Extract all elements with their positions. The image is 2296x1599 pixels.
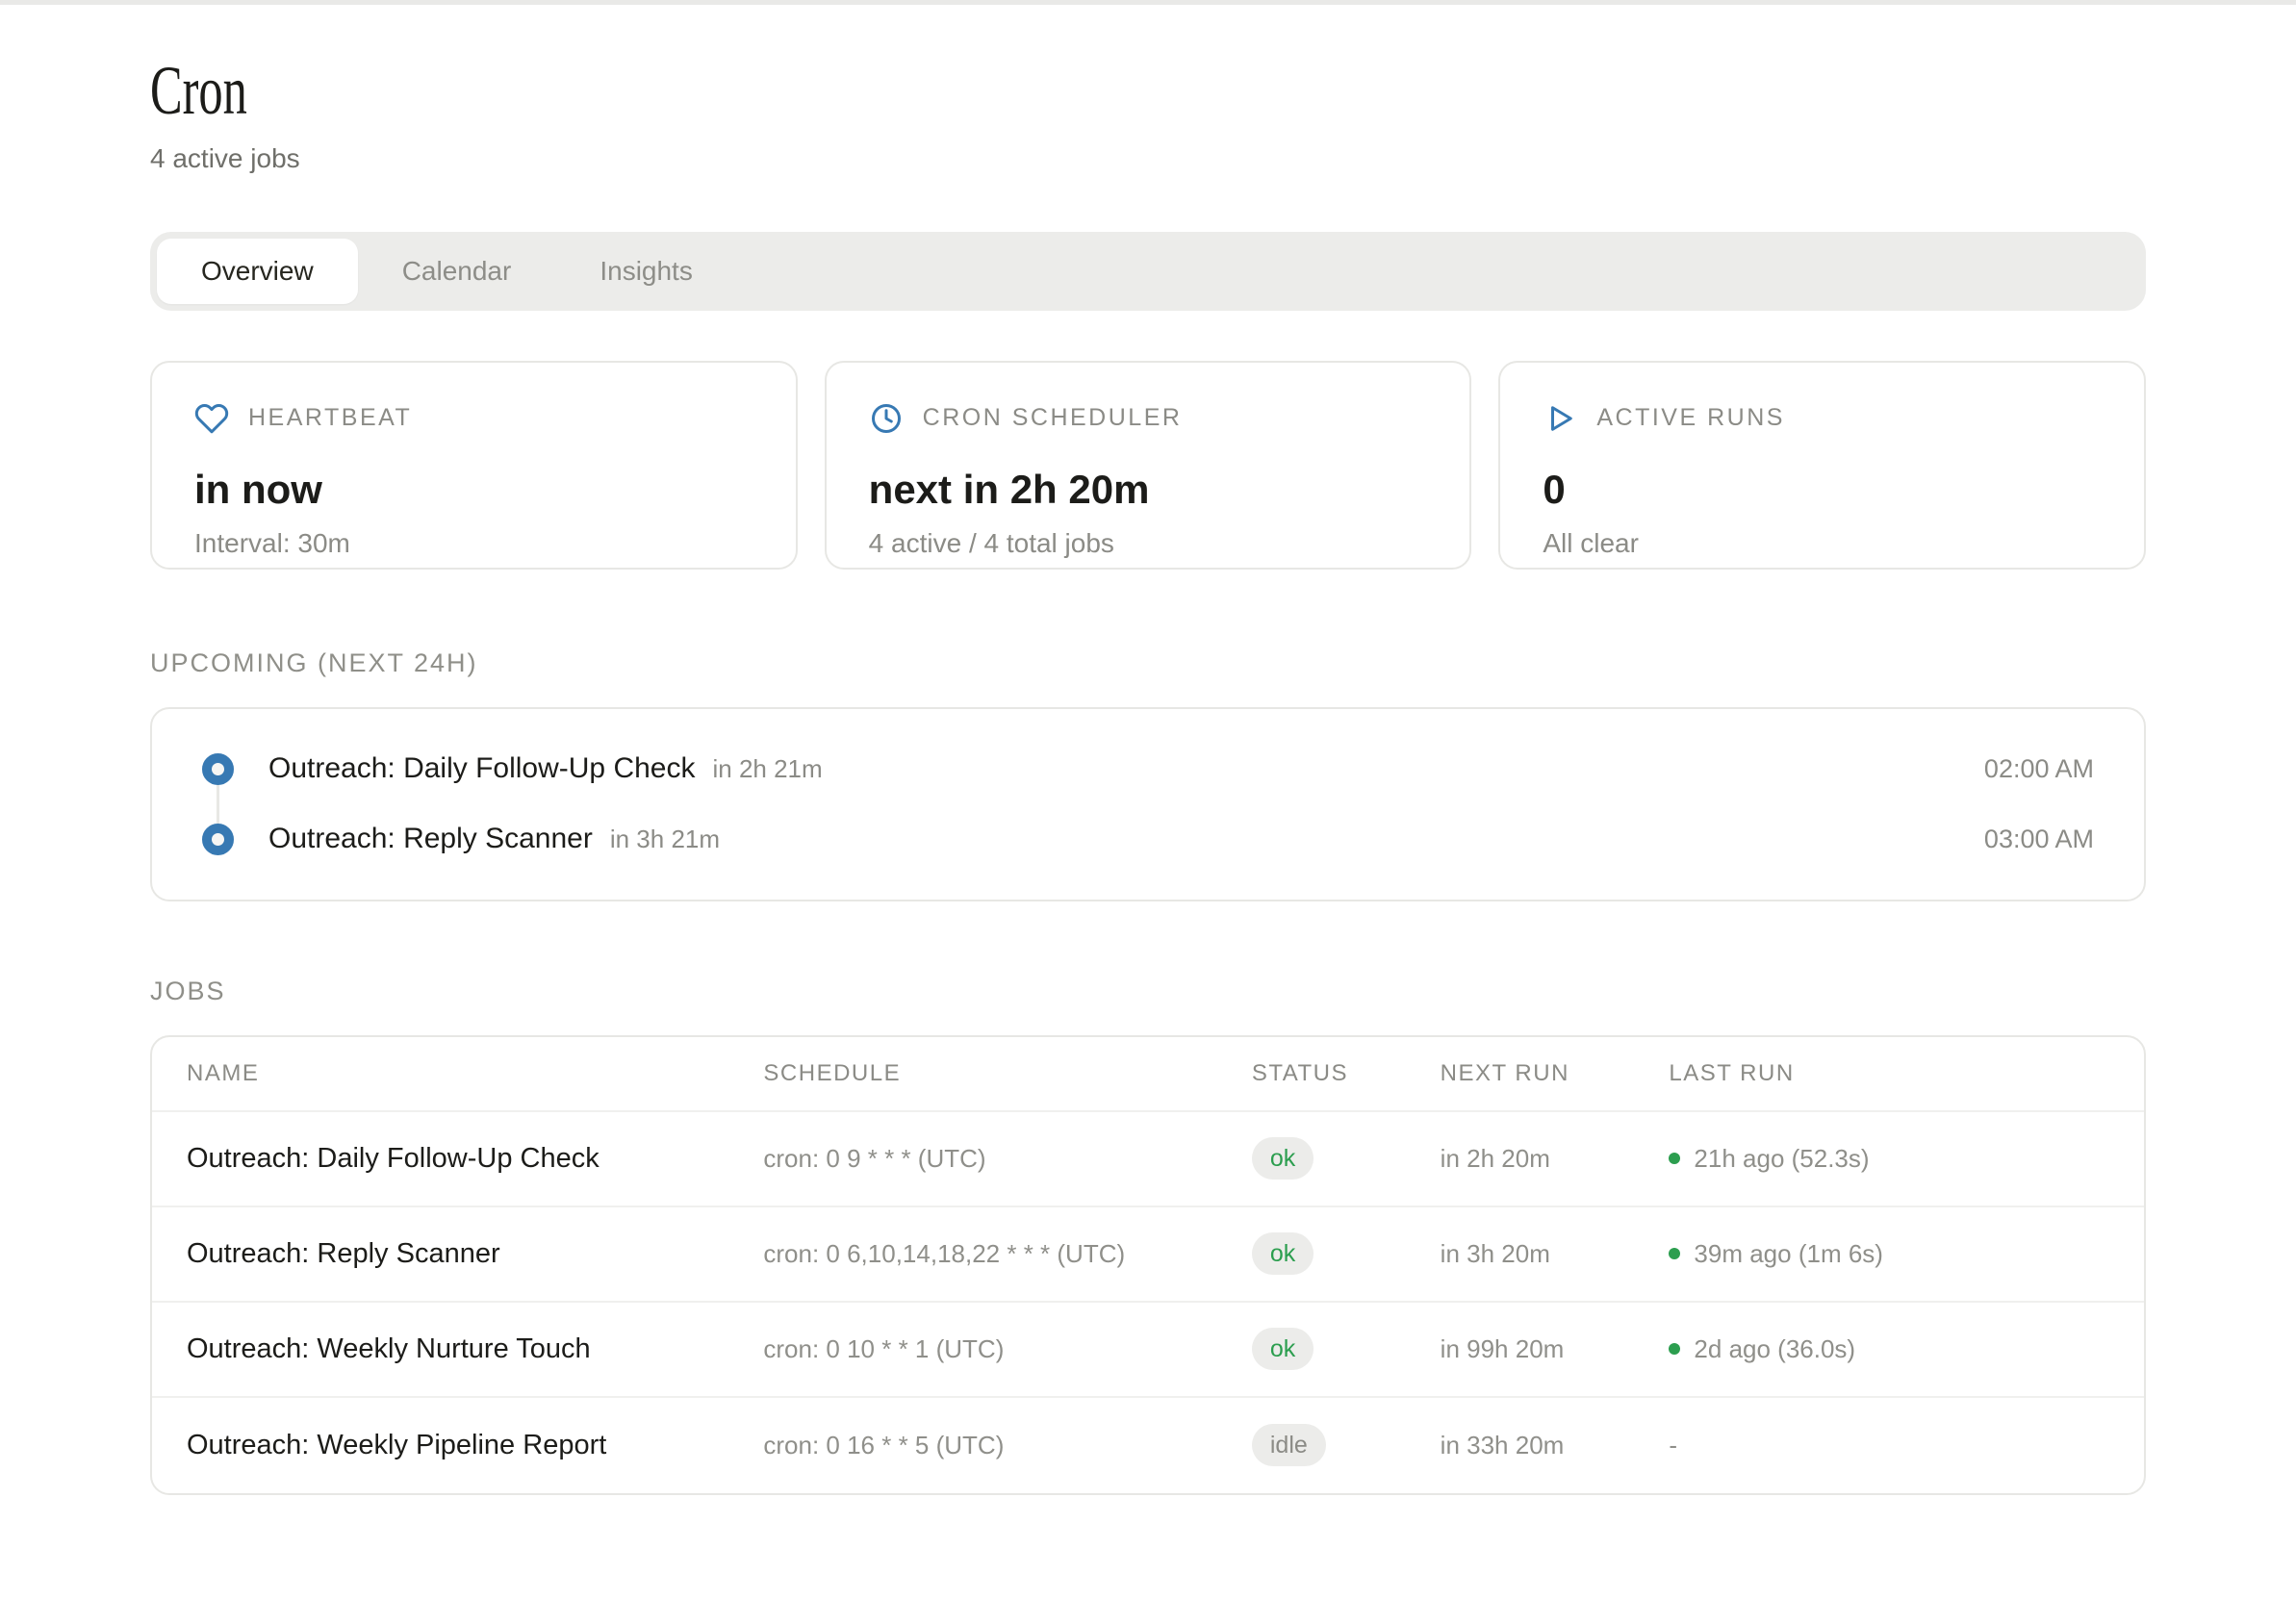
upcoming-panel: Outreach: Daily Follow-Up Check in 2h 21… <box>150 707 2146 901</box>
cron-scheduler-subtext: 4 active / 4 total jobs <box>869 528 1428 559</box>
job-schedule: cron: 0 9 * * * (UTC) <box>763 1144 1251 1174</box>
job-next-run: in 33h 20m <box>1441 1431 1670 1460</box>
tab-calendar[interactable]: Calendar <box>358 239 556 304</box>
page-title-text: Cron <box>150 55 247 128</box>
upcoming-job-name: Outreach: Reply Scanner <box>268 823 593 855</box>
job-schedule: cron: 0 6,10,14,18,22 * * * (UTC) <box>763 1239 1251 1269</box>
timeline-dot-icon <box>202 753 234 785</box>
upcoming-section-heading: UPCOMING (NEXT 24H) <box>150 648 2146 678</box>
job-name: Outreach: Weekly Pipeline Report <box>187 1430 763 1461</box>
jobs-table-header: NAME SCHEDULE STATUS NEXT RUN LAST RUN <box>152 1037 2144 1112</box>
active-jobs-count: 4 active jobs <box>150 143 2146 174</box>
last-run-text: 21h ago (52.3s) <box>1694 1144 1869 1174</box>
upcoming-job-name: Outreach: Daily Follow-Up Check <box>268 752 695 785</box>
status-badge: ok <box>1252 1328 1314 1370</box>
heartbeat-card-header: HEARTBEAT <box>194 401 753 436</box>
top-divider <box>0 0 2296 5</box>
job-row[interactable]: Outreach: Weekly Nurture Touch cron: 0 1… <box>152 1303 2144 1398</box>
column-header-schedule: SCHEDULE <box>763 1060 1251 1087</box>
last-run-text: 2d ago (36.0s) <box>1694 1334 1855 1364</box>
job-schedule: cron: 0 10 * * 1 (UTC) <box>763 1334 1251 1364</box>
success-dot-icon <box>1669 1153 1680 1164</box>
clock-icon <box>869 401 904 436</box>
jobs-table: NAME SCHEDULE STATUS NEXT RUN LAST RUN O… <box>150 1035 2146 1495</box>
cron-scheduler-card-header: CRON SCHEDULER <box>869 401 1428 436</box>
job-name: Outreach: Daily Follow-Up Check <box>187 1143 763 1175</box>
job-last-run: - <box>1669 1431 2109 1460</box>
success-dot-icon <box>1669 1343 1680 1355</box>
job-last-run: 21h ago (52.3s) <box>1669 1144 2109 1174</box>
heartbeat-card: HEARTBEAT in now Interval: 30m <box>150 361 798 570</box>
active-runs-value: 0 <box>1543 467 2102 513</box>
job-last-run: 39m ago (1m 6s) <box>1669 1239 2109 1269</box>
column-header-status: STATUS <box>1252 1060 1441 1087</box>
status-badge: ok <box>1252 1137 1314 1180</box>
status-badge: idle <box>1252 1424 1326 1466</box>
active-runs-card: ACTIVE RUNS 0 All clear <box>1498 361 2146 570</box>
upcoming-clock-time: 02:00 AM <box>1984 754 2094 784</box>
success-dot-icon <box>1669 1248 1680 1259</box>
active-runs-label: ACTIVE RUNS <box>1596 404 1785 432</box>
upcoming-item[interactable]: Outreach: Daily Follow-Up Check in 2h 21… <box>202 734 2094 804</box>
tab-overview[interactable]: Overview <box>157 239 358 304</box>
jobs-section-heading: JOBS <box>150 977 2146 1006</box>
tab-insights[interactable]: Insights <box>555 239 737 304</box>
page-title: Cron <box>150 55 2146 128</box>
column-header-next-run: NEXT RUN <box>1441 1060 1670 1087</box>
job-row[interactable]: Outreach: Daily Follow-Up Check cron: 0 … <box>152 1112 2144 1207</box>
heartbeat-label: HEARTBEAT <box>248 404 412 432</box>
job-name: Outreach: Weekly Nurture Touch <box>187 1333 763 1365</box>
last-run-text: 39m ago (1m 6s) <box>1694 1239 1883 1269</box>
job-row[interactable]: Outreach: Weekly Pipeline Report cron: 0… <box>152 1398 2144 1493</box>
job-row[interactable]: Outreach: Reply Scanner cron: 0 6,10,14,… <box>152 1207 2144 1303</box>
job-last-run: 2d ago (36.0s) <box>1669 1334 2109 1364</box>
upcoming-item[interactable]: Outreach: Reply Scanner in 3h 21m 03:00 … <box>202 804 2094 875</box>
column-header-last-run: LAST RUN <box>1669 1060 2109 1087</box>
column-header-name: NAME <box>187 1060 763 1087</box>
job-name: Outreach: Reply Scanner <box>187 1238 763 1270</box>
job-next-run: in 2h 20m <box>1441 1144 1670 1174</box>
upcoming-clock-time: 03:00 AM <box>1984 825 2094 854</box>
upcoming-relative-time: in 2h 21m <box>712 754 822 784</box>
tab-bar: Overview Calendar Insights <box>150 232 2146 311</box>
job-next-run: in 99h 20m <box>1441 1334 1670 1364</box>
upcoming-relative-time: in 3h 21m <box>610 825 720 854</box>
status-badge: ok <box>1252 1232 1314 1275</box>
active-runs-subtext: All clear <box>1543 528 2102 559</box>
cron-scheduler-card: CRON SCHEDULER next in 2h 20m 4 active /… <box>825 361 1472 570</box>
cron-scheduler-value: next in 2h 20m <box>869 467 1428 513</box>
cron-page: Cron 4 active jobs Overview Calendar Ins… <box>0 55 2296 1495</box>
heartbeat-value: in now <box>194 467 753 513</box>
heart-icon <box>194 401 229 436</box>
job-schedule: cron: 0 16 * * 5 (UTC) <box>763 1431 1251 1460</box>
play-icon <box>1543 401 1577 436</box>
heartbeat-subtext: Interval: 30m <box>194 528 753 559</box>
active-runs-card-header: ACTIVE RUNS <box>1543 401 2102 436</box>
timeline-dot-icon <box>202 824 234 855</box>
stat-cards: HEARTBEAT in now Interval: 30m CRON SCHE… <box>150 361 2146 570</box>
job-next-run: in 3h 20m <box>1441 1239 1670 1269</box>
last-run-text: - <box>1669 1431 1677 1460</box>
cron-scheduler-label: CRON SCHEDULER <box>923 404 1183 432</box>
